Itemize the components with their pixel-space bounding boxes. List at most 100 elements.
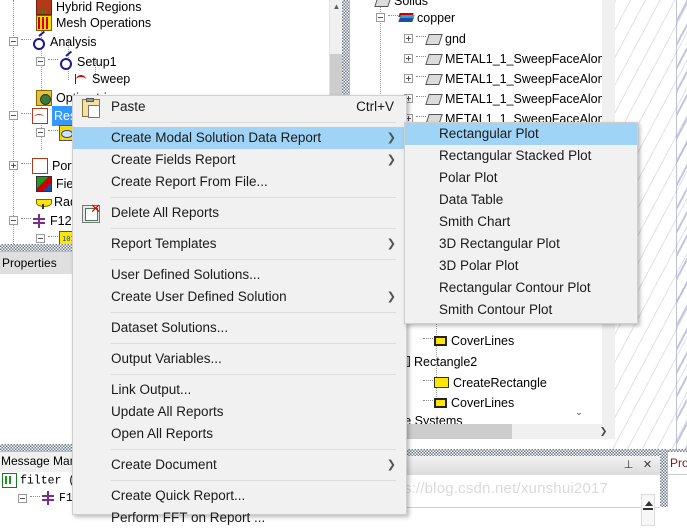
model-item-gnd[interactable]: gnd — [350, 28, 466, 48]
expander-minus-icon[interactable] — [36, 234, 45, 244]
message-manager-body[interactable]: filter ( F1215 — [0, 472, 94, 507]
model-item-metal1[interactable]: METAL1_1_SweepFaceAlong — [350, 68, 602, 88]
submenu-item-label: Smith Contour Plot — [439, 302, 553, 317]
submenu-item-smith-chart[interactable]: Smith Chart — [405, 211, 637, 233]
solid-icon — [425, 34, 443, 46]
submenu-item-rectangular-plot[interactable]: Rectangular Plot — [405, 123, 637, 145]
expander-plus-icon[interactable] — [9, 161, 18, 171]
chevron-down-icon[interactable]: ⌄ — [572, 405, 586, 419]
submenu-item-smith-contour-plot[interactable]: Smith Contour Plot — [405, 299, 637, 321]
submenu-item-rectangular-contour-plot[interactable]: Rectangular Contour Plot — [405, 277, 637, 299]
chevron-right-icon: ❯ — [386, 154, 396, 166]
properties-splitter[interactable] — [0, 244, 72, 252]
menu-item-create-fields-report[interactable]: Create Fields Report ❯ — [73, 149, 406, 171]
menu-item-create-document[interactable]: Create Document ❯ — [73, 454, 406, 476]
message-manager-tab[interactable]: Message Manager — [0, 452, 101, 472]
mesh-operations-icon — [36, 14, 52, 31]
menu-item-label: Create Modal Solution Data Report — [111, 130, 322, 145]
model-item-copper[interactable]: copper — [350, 7, 455, 27]
scroll-up-icon[interactable] — [645, 501, 653, 506]
menu-item-open-all-reports[interactable]: Open All Reports — [73, 423, 406, 445]
menu-item-perform-fft-on-report[interactable]: Perform FFT on Report ... — [73, 507, 406, 529]
model-item-metal1[interactable]: METAL1_1_SweepFaceAlong — [350, 48, 602, 68]
tree-item-port[interactable]: Port — [0, 155, 75, 175]
message-splitter[interactable] — [0, 444, 72, 452]
submenu-item-label: 3D Rectangular Plot — [439, 236, 560, 251]
expander-minus-icon[interactable] — [36, 57, 45, 67]
menu-item-update-all-reports[interactable]: Update All Reports — [73, 401, 406, 423]
expander-plus-icon[interactable] — [404, 54, 413, 64]
expander-minus-icon[interactable] — [18, 493, 27, 503]
menu-item-create-user-defined-solution[interactable]: Create User Defined Solution ❯ — [73, 286, 406, 308]
close-icon[interactable]: ✕ — [640, 458, 655, 473]
tree-connector — [416, 76, 426, 78]
submenu-item-label: Data Table — [439, 192, 504, 207]
menu-item-label: Output Variables... — [111, 351, 222, 366]
tree-connector — [30, 495, 40, 498]
menu-item-label: Create Quick Report... — [111, 488, 246, 503]
menu-item-label: Create Report From File... — [111, 174, 268, 189]
context-menu[interactable]: Paste Ctrl+V Create Modal Solution Data … — [72, 95, 407, 525]
tree-item-label: gnd — [445, 31, 466, 46]
pin-icon[interactable]: ⊥ — [621, 458, 636, 473]
menu-item-create-report-from-file[interactable]: Create Report From File... — [73, 171, 406, 193]
tree-item-field[interactable]: Field — [0, 173, 83, 193]
menu-item-paste[interactable]: Paste Ctrl+V — [73, 96, 406, 118]
menu-item-dataset-solutions[interactable]: Dataset Solutions... — [73, 317, 406, 339]
submenu-item-3d-polar-plot[interactable]: 3D Polar Plot — [405, 255, 637, 277]
right-splitter[interactable] — [660, 449, 668, 507]
submenu-item-rectangular-stacked-plot[interactable]: Rectangular Stacked Plot — [405, 145, 637, 167]
message-row[interactable]: filter ( — [2, 473, 75, 488]
bottom-panel-scrollbar[interactable] — [641, 494, 655, 526]
expander-minus-icon[interactable] — [9, 37, 18, 47]
submenu-item-polar-plot[interactable]: Polar Plot — [405, 167, 637, 189]
expander-minus-icon[interactable] — [376, 13, 385, 23]
submenu-item-data-table[interactable]: Data Table — [405, 189, 637, 211]
menu-separator — [111, 374, 396, 375]
tree-item-mesh-operations[interactable]: Mesh Operations — [0, 12, 151, 32]
menu-item-user-defined-solutions[interactable]: User Defined Solutions... — [73, 264, 406, 286]
submenu-item-3d-rectangular-plot[interactable]: 3D Rectangular Plot — [405, 233, 637, 255]
solid-icon — [425, 94, 443, 106]
hatched-band — [677, 0, 687, 449]
right-panel-tab[interactable]: Pro — [668, 452, 687, 474]
chevron-right-icon: ❯ — [386, 459, 396, 471]
expander-plus-icon[interactable] — [404, 74, 413, 84]
tree-connector — [48, 59, 58, 61]
chevron-right-icon[interactable]: ❯ — [596, 424, 611, 439]
menu-item-link-output[interactable]: Link Output... — [73, 379, 406, 401]
submenu-create-modal-solution-data-report[interactable]: Rectangular Plot Rectangular Stacked Plo… — [404, 122, 638, 324]
menu-separator — [111, 312, 396, 313]
expander-minus-icon[interactable] — [9, 216, 18, 226]
tree-item-label: Analysis — [50, 34, 97, 49]
tree-item-label: CreateRectangle — [453, 375, 547, 390]
chevron-right-icon: ❯ — [386, 238, 396, 250]
analysis-icon — [32, 35, 46, 50]
menu-item-report-templates[interactable]: Report Templates ❯ — [73, 233, 406, 255]
tree-item-sweep[interactable]: Sweep — [0, 68, 130, 88]
expander-plus-icon[interactable] — [404, 34, 413, 44]
tree-item-label: Rectangle2 — [414, 354, 478, 369]
chevron-right-icon: ❯ — [386, 132, 396, 144]
filter-icon — [2, 473, 17, 488]
expander-minus-icon[interactable] — [9, 111, 18, 121]
f1215-icon — [41, 491, 55, 505]
properties-tab[interactable]: Properties — [0, 252, 72, 275]
menu-separator — [111, 228, 396, 229]
menu-item-label: Dataset Solutions... — [111, 320, 229, 335]
menu-item-create-quick-report[interactable]: Create Quick Report... — [73, 485, 406, 507]
solid-icon — [425, 74, 443, 86]
tree-item-analysis[interactable]: Analysis — [0, 31, 97, 51]
optimetrics-icon — [36, 89, 52, 106]
coverlines-icon — [434, 397, 447, 408]
menu-item-label: Paste — [111, 99, 146, 114]
message-manager-tab-label: Message Manager — [1, 454, 101, 468]
expander-minus-icon[interactable] — [36, 128, 45, 138]
menu-item-create-modal-solution-data-report[interactable]: Create Modal Solution Data Report ❯ — [73, 127, 406, 149]
menu-item-label: Delete All Reports — [111, 205, 220, 220]
tree-connector — [48, 236, 58, 238]
properties-tab-label: Properties — [2, 256, 57, 270]
menu-item-output-variables[interactable]: Output Variables... — [73, 348, 406, 370]
menu-item-delete-all-reports[interactable]: Delete All Reports — [73, 202, 406, 224]
analysis-icon — [59, 55, 73, 70]
